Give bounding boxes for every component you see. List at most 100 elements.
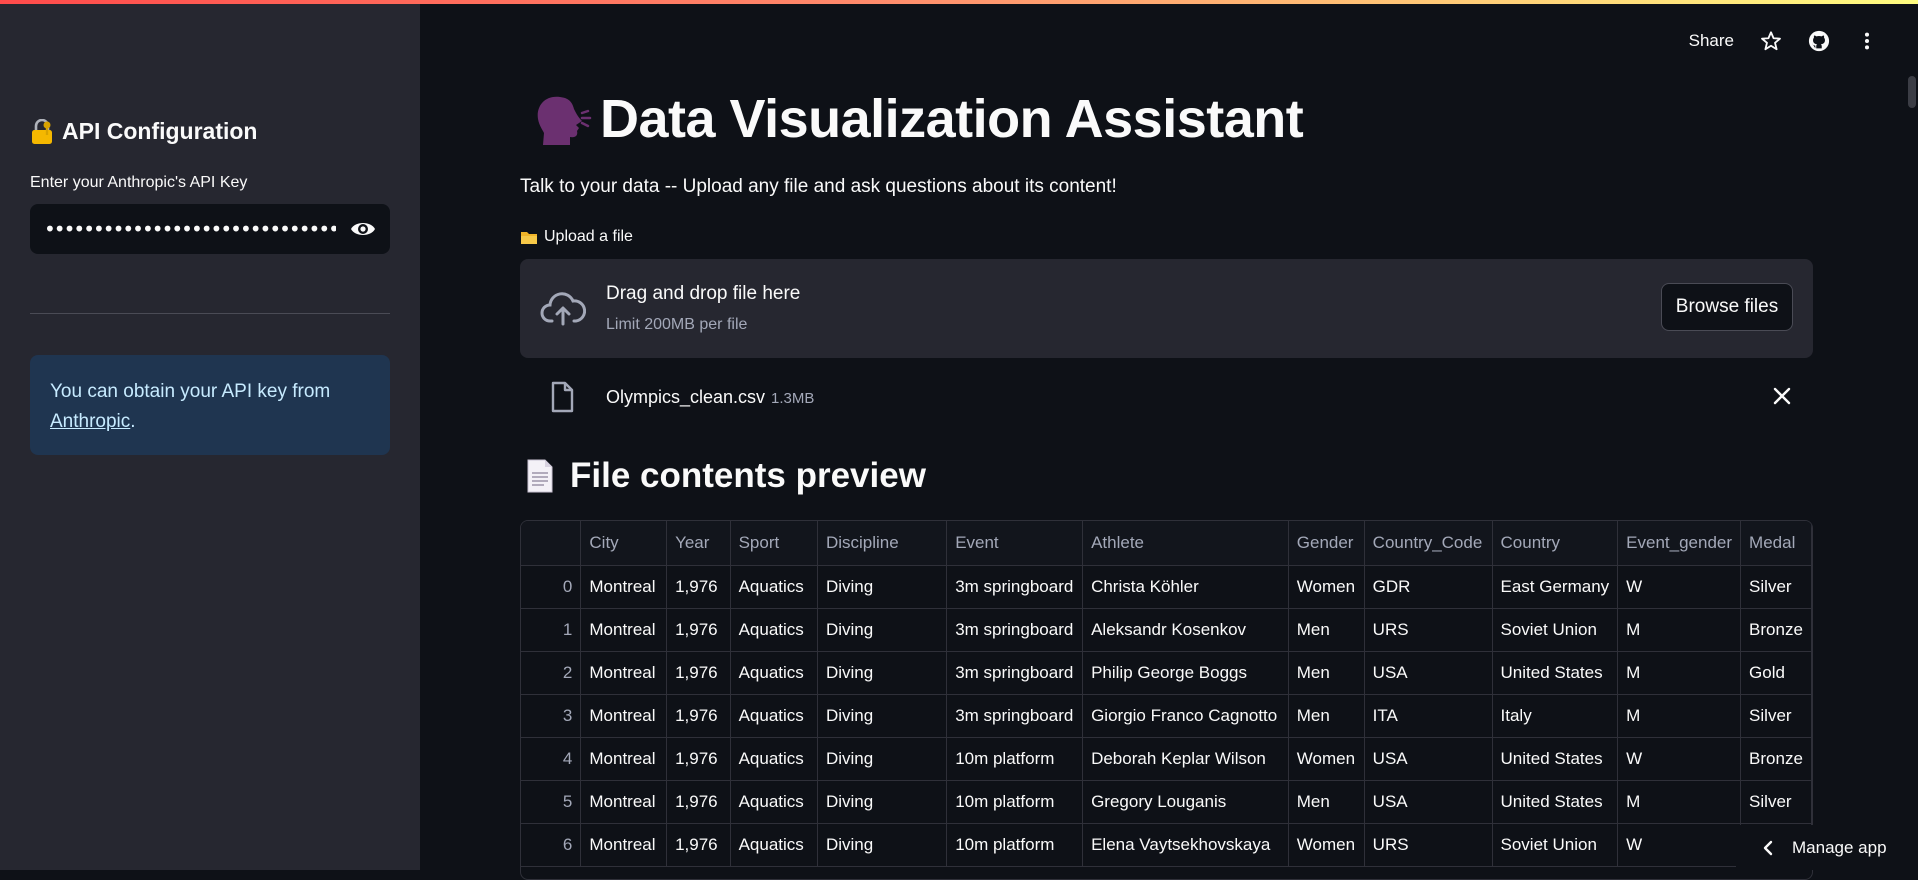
cell-city: Montreal <box>580 694 668 738</box>
row-index: 4 <box>521 737 582 781</box>
column-header-event[interactable]: Event <box>946 521 1084 566</box>
cell-event: 3m springboard <box>946 565 1084 609</box>
cell-medal: Silver <box>1740 780 1812 824</box>
cell-athlete: Gregory Louganis <box>1082 780 1289 824</box>
cell-city: Montreal <box>580 608 668 652</box>
upload-label-text: Upload a file <box>544 228 633 245</box>
cell-event: 10m platform <box>946 780 1084 824</box>
cell-country-code: USA <box>1364 651 1493 695</box>
cell-discipline: Diving <box>817 694 948 738</box>
cell-country-code: URS <box>1364 608 1493 652</box>
column-header-country-code[interactable]: Country_Code <box>1364 521 1493 566</box>
main-content: Share Data Visualization Assistant Talk … <box>420 0 1918 880</box>
lock-key-icon <box>32 118 52 144</box>
page-title: Data Visualization Assistant <box>530 88 1304 150</box>
column-header-index[interactable] <box>521 521 582 566</box>
cell-medal: Silver <box>1740 694 1812 738</box>
cell-year: 1,976 <box>666 823 731 867</box>
row-index: 6 <box>521 823 582 867</box>
cell-gender: Men <box>1288 608 1365 652</box>
cell-sport: Aquatics <box>730 565 818 609</box>
cell-athlete: Philip George Boggs <box>1082 651 1289 695</box>
page-title-text: Data Visualization Assistant <box>600 89 1304 149</box>
speaking-head-icon <box>537 96 592 145</box>
upload-label: Upload a file <box>520 228 633 246</box>
column-header-discipline[interactable]: Discipline <box>817 521 948 566</box>
cell-country-code: USA <box>1364 737 1493 781</box>
header-actions: Share <box>1689 30 1878 52</box>
cell-event: 3m springboard <box>946 694 1084 738</box>
column-header-year[interactable]: Year <box>666 521 731 566</box>
cell-country-code: URS <box>1364 823 1493 867</box>
github-icon[interactable] <box>1808 30 1830 52</box>
cell-gender: Women <box>1288 565 1365 609</box>
cell-event-gender: W <box>1617 823 1742 867</box>
column-header-city[interactable]: City <box>580 521 668 566</box>
table-row[interactable]: 6 Montreal 1,976 Aquatics Diving 10m pla… <box>521 823 1812 867</box>
share-button[interactable]: Share <box>1689 31 1734 51</box>
eye-icon[interactable] <box>350 218 376 240</box>
cell-city: Montreal <box>580 823 668 867</box>
column-header-event-gender[interactable]: Event_gender <box>1617 521 1742 566</box>
cell-city: Montreal <box>580 565 668 609</box>
data-table[interactable]: City Year Sport Discipline Event Athlete… <box>520 520 1813 880</box>
browse-files-button[interactable]: Browse files <box>1661 283 1793 331</box>
api-key-label: Enter your Anthropic's API Key <box>30 174 248 191</box>
column-header-sport[interactable]: Sport <box>730 521 818 566</box>
table-row[interactable]: 2 Montreal 1,976 Aquatics Diving 3m spri… <box>521 651 1812 695</box>
more-vertical-icon[interactable] <box>1856 30 1878 52</box>
table-row[interactable]: 5 Montreal 1,976 Aquatics Diving 10m pla… <box>521 780 1812 824</box>
table-row[interactable]: 1 Montreal 1,976 Aquatics Diving 3m spri… <box>521 608 1812 652</box>
row-index: 5 <box>521 780 582 824</box>
cell-city: Montreal <box>580 780 668 824</box>
cell-discipline: Diving <box>817 651 948 695</box>
cell-discipline: Diving <box>817 780 948 824</box>
column-header-gender[interactable]: Gender <box>1288 521 1365 566</box>
row-index: 3 <box>521 694 582 738</box>
cell-athlete: Christa Köhler <box>1082 565 1289 609</box>
sidebar-title: API Configuration <box>30 118 257 145</box>
cell-athlete: Aleksandr Kosenkov <box>1082 608 1289 652</box>
file-name-text: Olympics_clean.csv <box>606 387 766 407</box>
cell-sport: Aquatics <box>730 823 818 867</box>
info-suffix: . <box>130 411 136 432</box>
cell-city: Montreal <box>580 737 668 781</box>
column-header-medal[interactable]: Medal <box>1740 521 1812 566</box>
star-icon[interactable] <box>1760 30 1782 52</box>
row-index: 1 <box>521 608 582 652</box>
cell-gender: Men <box>1288 694 1365 738</box>
manage-app-button[interactable]: Manage app <box>1736 825 1918 870</box>
cell-gender: Men <box>1288 651 1365 695</box>
cell-sport: Aquatics <box>730 780 818 824</box>
file-dropzone[interactable]: Drag and drop file here Limit 200MB per … <box>520 259 1813 358</box>
column-header-athlete[interactable]: Athlete <box>1082 521 1289 566</box>
info-text: You can obtain your API key from <box>50 381 331 402</box>
cell-year: 1,976 <box>666 694 731 738</box>
cell-athlete: Deborah Keplar Wilson <box>1082 737 1289 781</box>
row-index: 0 <box>521 565 582 609</box>
cell-discipline: Diving <box>817 737 948 781</box>
manage-app-label: Manage app <box>1792 837 1887 857</box>
cell-year: 1,976 <box>666 565 731 609</box>
table-row[interactable]: 4 Montreal 1,976 Aquatics Diving 10m pla… <box>521 737 1812 781</box>
cell-gender: Men <box>1288 780 1365 824</box>
cell-athlete: Giorgio Franco Cagnotto <box>1082 694 1289 738</box>
cell-sport: Aquatics <box>730 694 818 738</box>
scrollbar-thumb[interactable] <box>1908 76 1916 108</box>
cell-year: 1,976 <box>666 737 731 781</box>
api-key-input[interactable] <box>42 216 338 242</box>
table-row[interactable]: 3 Montreal 1,976 Aquatics Diving 3m spri… <box>521 694 1812 738</box>
column-header-country[interactable]: Country <box>1492 521 1619 566</box>
cell-gender: Women <box>1288 737 1365 781</box>
api-key-field[interactable] <box>30 204 390 254</box>
row-index: 2 <box>521 651 582 695</box>
preview-title-text: File contents preview <box>570 456 926 495</box>
cell-country: Soviet Union <box>1492 823 1619 867</box>
table-row[interactable]: 0 Montreal 1,976 Aquatics Diving 3m spri… <box>521 565 1812 609</box>
anthropic-link[interactable]: Anthropic <box>50 411 130 432</box>
cloud-upload-icon <box>540 292 586 326</box>
close-icon[interactable] <box>1773 387 1791 405</box>
cell-event-gender: M <box>1617 651 1742 695</box>
page-subtitle: Talk to your data -- Upload any file and… <box>520 176 1117 197</box>
file-name: Olympics_clean.csv 1.3MB <box>606 387 814 408</box>
